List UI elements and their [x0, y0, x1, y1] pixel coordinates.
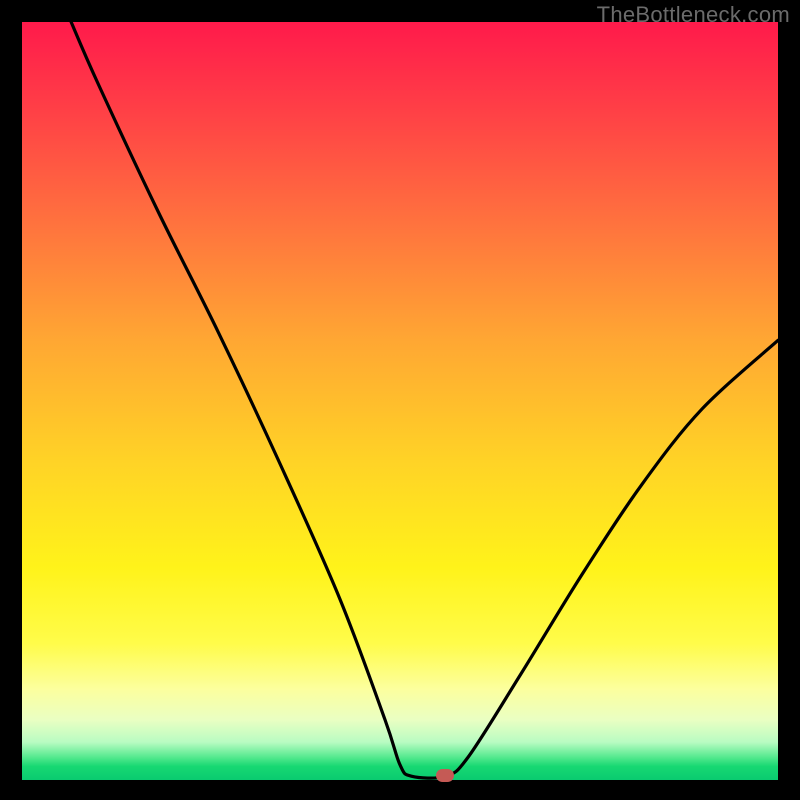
chart-frame: TheBottleneck.com: [0, 0, 800, 800]
watermark-text: TheBottleneck.com: [597, 2, 790, 28]
optimum-marker: [436, 769, 454, 782]
bottleneck-curve: [22, 22, 778, 780]
